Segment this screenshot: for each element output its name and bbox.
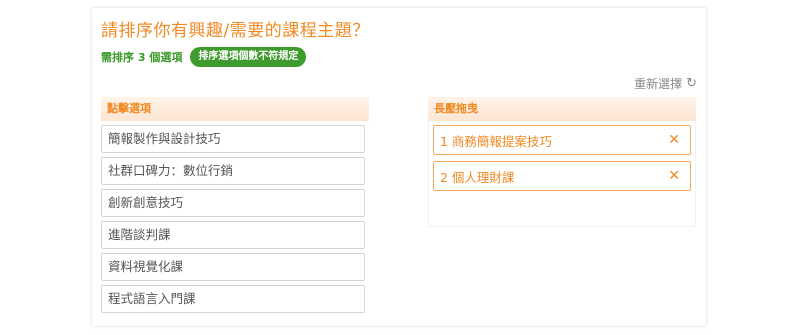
ranked-item-label: 2 個人理財課: [440, 169, 515, 185]
option-item[interactable]: 進階談判課: [101, 221, 365, 249]
options-panel: 點擊選項 簡報製作與設計技巧 社群口碑力：數位行銷 創新創意技巧 進階談判課 資…: [101, 97, 369, 326]
option-item[interactable]: 簡報製作與設計技巧: [101, 125, 365, 153]
refresh-icon: ↻: [686, 76, 697, 91]
ranked-panel: 長壓拖曳 1 商務簡報提案技巧 ✕ 2 個人理財課 ✕: [428, 97, 696, 227]
option-item[interactable]: 程式語言入門課: [101, 285, 365, 313]
reset-label: 重新選擇: [634, 77, 683, 91]
close-icon[interactable]: ✕: [668, 132, 680, 148]
requirement-warning-badge: 排序選項個數不符規定: [190, 47, 307, 67]
question-card: 請排序你有興趣/需要的課程主題？ 需排序 3 個選項 排序選項個數不符規定 重新…: [92, 8, 706, 326]
reset-button[interactable]: 重新選擇 ↻: [634, 75, 697, 92]
ranked-item[interactable]: 1 商務簡報提案技巧 ✕: [433, 125, 691, 155]
question-title: 請排序你有興趣/需要的課程主題？: [101, 21, 370, 41]
options-list: 簡報製作與設計技巧 社群口碑力：數位行銷 創新創意技巧 進階談判課 資料視覺化課…: [101, 121, 369, 313]
ranked-item-label: 1 商務簡報提案技巧: [440, 133, 552, 149]
option-item[interactable]: 創新創意技巧: [101, 189, 365, 217]
options-panel-header: 點擊選項: [101, 97, 369, 121]
requirement-row: 需排序 3 個選項 排序選項個數不符規定: [101, 46, 307, 68]
ranked-panel-header: 長壓拖曳: [428, 97, 696, 121]
ranked-list: 1 商務簡報提案技巧 ✕ 2 個人理財課 ✕: [428, 121, 696, 227]
requirement-text: 需排序 3 個選項: [101, 51, 183, 64]
option-item[interactable]: 資料視覺化課: [101, 253, 365, 281]
option-item[interactable]: 社群口碑力：數位行銷: [101, 157, 365, 185]
close-icon[interactable]: ✕: [668, 168, 680, 184]
ranked-item[interactable]: 2 個人理財課 ✕: [433, 161, 691, 191]
